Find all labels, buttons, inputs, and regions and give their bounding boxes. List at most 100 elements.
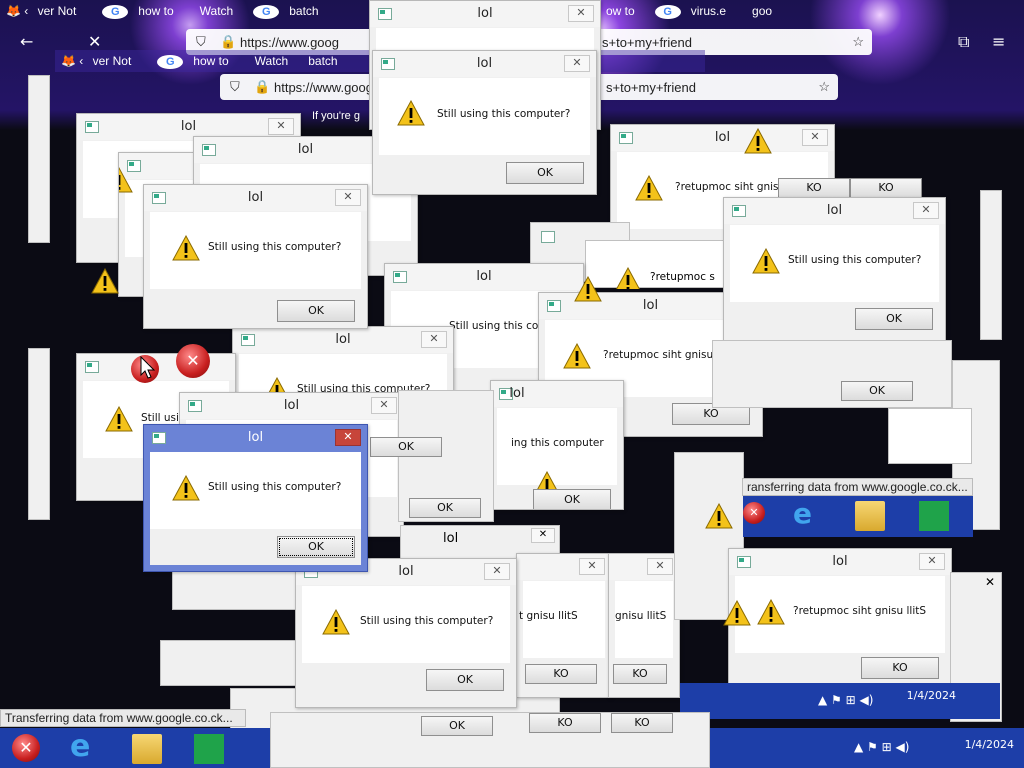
internet-explorer-icon[interactable]: e [70, 732, 100, 762]
mouse-cursor-icon [140, 356, 156, 379]
ok-button-mirrored[interactable]: KO [525, 664, 597, 684]
close-button[interactable]: ✕ [802, 129, 828, 146]
ok-button[interactable]: OK [855, 308, 933, 330]
warning-icon [563, 343, 591, 369]
extensions-icon[interactable]: ⧉ [958, 32, 969, 52]
dialog-message-fragment: gnisu llitS [615, 610, 667, 622]
shield-icon: ⛉ [196, 34, 206, 49]
google-icon: G [654, 4, 681, 19]
mirrored-warning-dialog: ✕ gnisu llitS KO [608, 553, 680, 698]
mirrored-warning-dialog: ✕ t gnisu llitS KO [516, 553, 612, 698]
window-fragment: OK [712, 340, 952, 408]
warning-icon [105, 406, 133, 432]
window-fragment: ?retupmoc s [585, 240, 725, 289]
ok-button[interactable]: OK [370, 437, 442, 457]
close-button[interactable]: ✕ [579, 558, 605, 575]
bookmark-star-icon[interactable]: ☆ [852, 34, 864, 50]
google-icon: G [253, 4, 280, 19]
ok-button-mirrored[interactable]: KO [613, 664, 667, 684]
tab-4[interactable]: Gbatch [247, 4, 330, 19]
ok-button-mirrored[interactable]: KO [611, 713, 673, 733]
close-icon[interactable]: ✕ [985, 575, 995, 589]
close-button[interactable]: ✕ [647, 558, 673, 575]
window-fragment [980, 190, 1002, 340]
clock-ghost: 1/4/2024 [906, 689, 956, 702]
close-button[interactable]: ✕ [484, 563, 510, 580]
ghost-tab-1: 🦊 ‹ ver Not [61, 54, 132, 68]
dialog-message-fragment: Still using this com [449, 320, 549, 332]
dialog-message-fragment: ?retupmoc s [650, 271, 715, 283]
windows-store-icon[interactable] [919, 501, 949, 531]
ok-button[interactable]: OK [277, 536, 355, 558]
tab-1[interactable]: 🦊 ‹ ver Not [0, 4, 88, 18]
dialog-title: lol [283, 398, 300, 413]
dialog-message: Still using this computer? [437, 108, 571, 120]
tab-3[interactable]: Watch [194, 4, 240, 18]
dialog-message: ?retupmoc siht gnisu llitS [793, 605, 927, 617]
dialog-title: lol [247, 190, 264, 205]
window-fragment [28, 348, 50, 520]
close-button[interactable]: ✕ [913, 202, 939, 219]
bookmark-star-icon[interactable]: ☆ [818, 79, 830, 95]
close-button[interactable]: ✕ [268, 118, 294, 135]
lock-icon: 🔒 [220, 34, 237, 49]
ok-button[interactable]: OK [409, 498, 481, 518]
error-x-icon: ✕ [176, 344, 210, 378]
close-button[interactable]: ✕ [568, 5, 594, 22]
tray-icons: ▲ ⚑ ⊞ ◀) [854, 740, 910, 754]
stop-icon[interactable]: ✕ [88, 32, 101, 51]
warning-dialog: lol ✕ Still using this computer? OK [723, 197, 946, 345]
dialog-message: Still using this computer? [788, 254, 922, 266]
dialog-title: lol [180, 119, 197, 134]
ok-button[interactable]: OK [533, 489, 611, 509]
file-explorer-icon[interactable] [132, 734, 162, 764]
error-x-icon: ✕ [743, 502, 765, 524]
ok-button-mirrored[interactable]: KO [778, 178, 850, 198]
dialog-title: lol [714, 130, 731, 145]
close-button[interactable]: ✕ [531, 528, 555, 543]
address-text: https://www.goog [274, 79, 373, 95]
ok-button[interactable]: OK [277, 300, 355, 322]
shield-icon: ⛉ [230, 79, 240, 94]
bookmark-item[interactable]: If you're g [306, 110, 366, 122]
close-button[interactable]: ✕ [919, 553, 945, 570]
ghost-tab-2: Ghow to [151, 54, 240, 69]
ok-button[interactable]: OK [841, 381, 913, 401]
tab-6[interactable]: Gvirus.e [649, 4, 738, 19]
ok-button[interactable]: OK [426, 669, 504, 691]
dialog-title: lol [476, 269, 492, 284]
close-button[interactable]: ✕ [335, 189, 361, 206]
app-icon [85, 361, 99, 373]
ok-button-mirrored[interactable]: KO [529, 713, 601, 733]
menu-icon[interactable]: ≡ [992, 32, 1005, 51]
tab-5[interactable]: ow to [600, 4, 641, 18]
back-icon[interactable]: ← [20, 32, 33, 51]
clock[interactable]: 1/4/2024 [940, 738, 1014, 752]
dialog-message-fragment: t gnisu llitS [519, 610, 578, 622]
close-button[interactable]: ✕ [335, 429, 361, 446]
warning-icon [723, 600, 751, 626]
tab-7[interactable]: goo [746, 4, 778, 18]
warning-icon [614, 267, 642, 289]
window-fragment [28, 75, 50, 243]
close-button[interactable]: ✕ [371, 397, 397, 414]
address-tail: s+to+my+friend [606, 79, 696, 95]
close-button[interactable]: ✕ [564, 55, 590, 72]
close-button[interactable]: ✕ [421, 331, 447, 348]
warning-icon [119, 167, 133, 193]
ok-button-mirrored[interactable]: KO [861, 657, 939, 679]
tray-icons: ▲ ⚑ ⊞ ◀) [818, 693, 874, 707]
ok-button[interactable]: OK [421, 716, 493, 736]
tab-2[interactable]: Ghow to [96, 4, 185, 19]
warning-icon [705, 503, 733, 529]
app-icon [541, 231, 555, 243]
google-icon: G [102, 4, 129, 19]
ghost-tab-4: batch [308, 54, 338, 68]
active-warning-dialog: lol ✕ Still using this computer? OK [143, 424, 368, 572]
file-explorer-icon[interactable] [855, 501, 885, 531]
internet-explorer-icon[interactable]: e [793, 499, 823, 529]
ok-button[interactable]: OK [506, 162, 584, 184]
warning-icon [635, 175, 663, 201]
ok-button-mirrored[interactable]: KO [850, 178, 922, 198]
windows-store-icon[interactable] [194, 734, 224, 764]
